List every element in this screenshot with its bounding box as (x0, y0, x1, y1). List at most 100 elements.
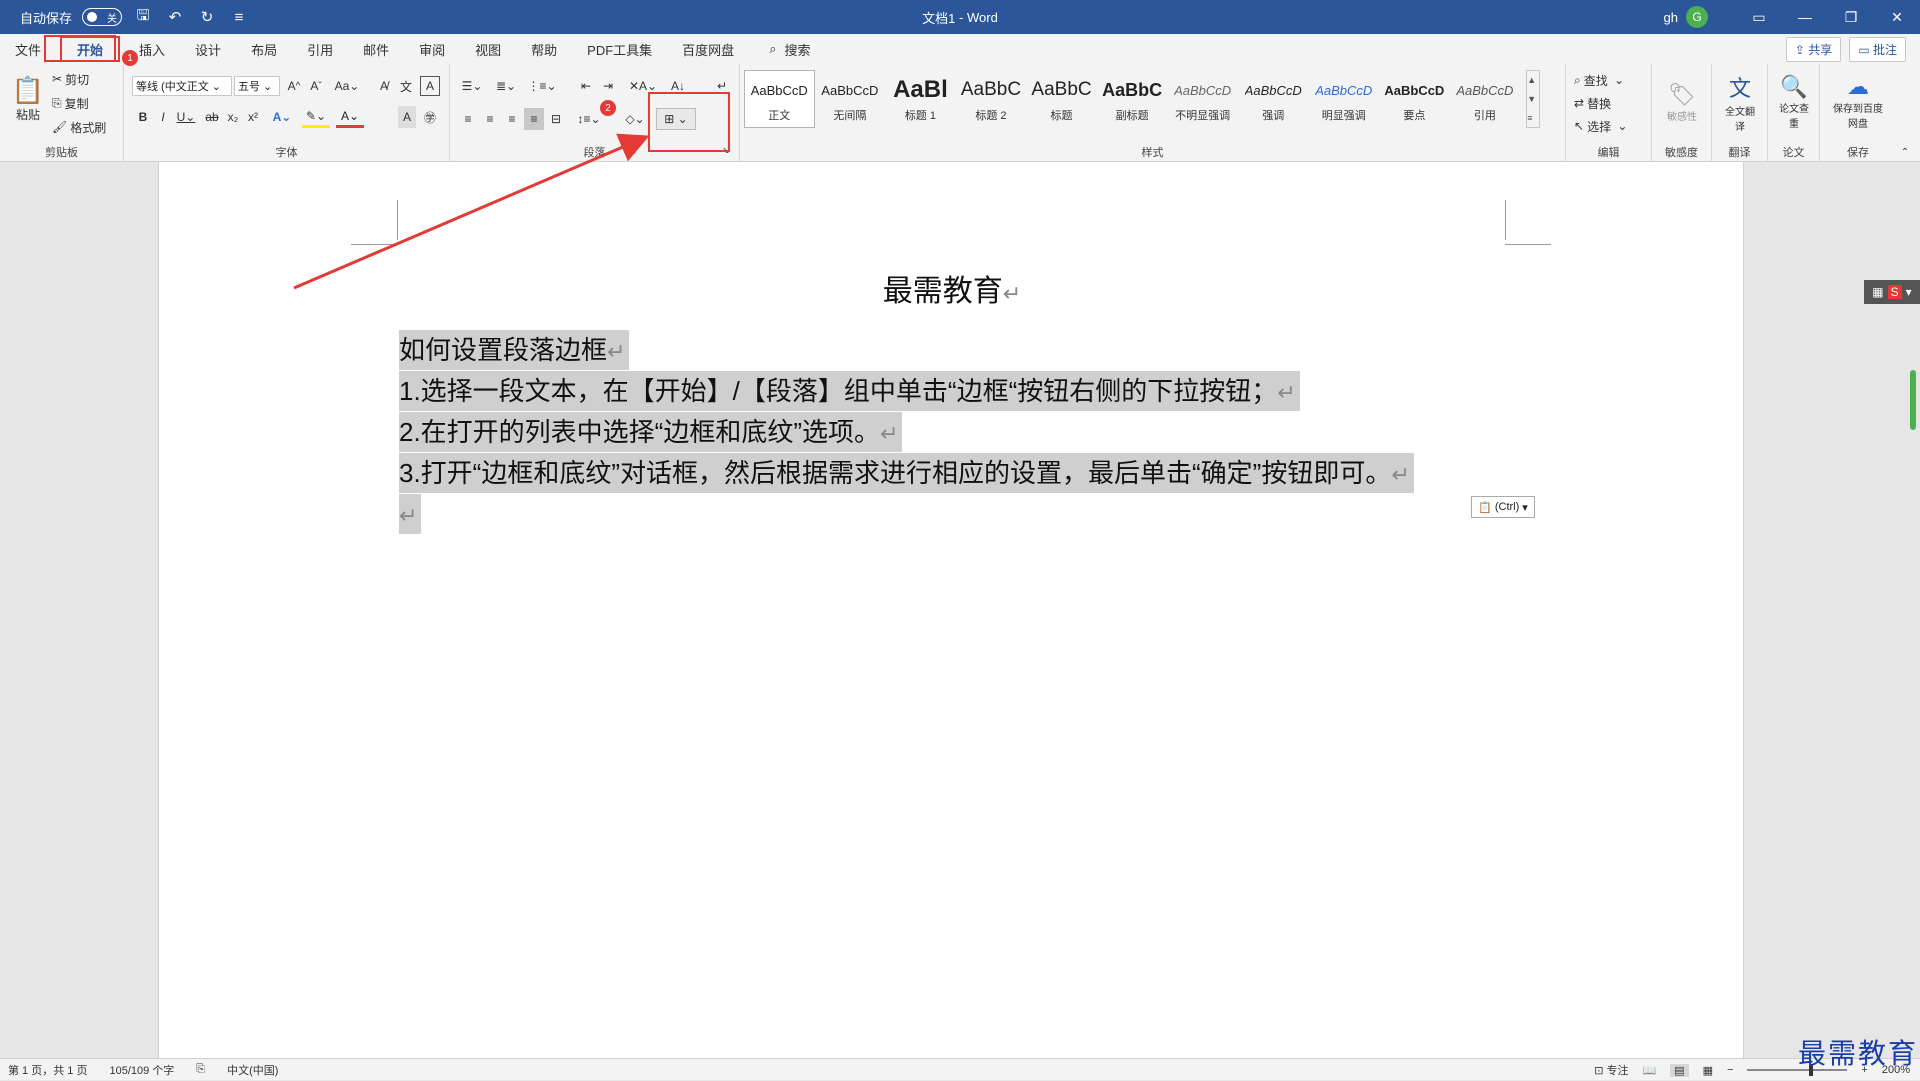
paste-options-button[interactable]: 📋 (Ctrl) ▾ (1471, 496, 1535, 518)
style-subtle-emphasis[interactable]: AaBbCcD 不明显强调 (1167, 70, 1238, 128)
copy-button[interactable]: ⎘ 复制 (52, 94, 89, 112)
phonetic-guide-icon[interactable]: 文 (396, 76, 416, 96)
shading-icon[interactable]: ◇⌄ (620, 108, 650, 130)
paragraph-mark: ↵ (607, 339, 626, 364)
italic-icon[interactable]: I (154, 106, 172, 128)
superscript-icon[interactable]: x² (244, 106, 262, 128)
tab-references[interactable]: 引用 (292, 34, 348, 64)
numbering-icon[interactable]: ≣⌄ (492, 76, 520, 96)
tab-design[interactable]: 设计 (180, 34, 236, 64)
vertical-scrollbar[interactable] (1910, 370, 1916, 430)
tab-review[interactable]: 审阅 (404, 34, 460, 64)
document-page[interactable]: 最需教育↵ 如何设置段落边框↵ 1.选择一段文本，在【开始】/【段落】组中单击“… (158, 162, 1744, 1058)
highlight-icon[interactable]: ✎⌄ (302, 106, 330, 128)
tab-pdf-tools[interactable]: PDF工具集 (572, 34, 667, 64)
customize-qat-icon[interactable]: ≡ (228, 9, 250, 26)
clear-formatting-icon[interactable]: A̸ (374, 76, 394, 96)
selected-line[interactable]: 1.选择一段文本，在【开始】/【段落】组中单击“边框“按钮右侧的下拉按钮；↵ (399, 371, 1300, 411)
align-right-icon[interactable]: ≡ (502, 108, 522, 130)
selected-empty-line[interactable]: ↵ (399, 494, 422, 534)
ribbon-tabs: 文件 开始 插入 设计 布局 引用 邮件 审阅 视图 帮助 PDF工具集 百度网… (0, 34, 1920, 64)
font-size-select[interactable]: 五号 ⌄ (234, 76, 280, 96)
tab-help[interactable]: 帮助 (516, 34, 572, 64)
word-count[interactable]: 105/109 个字 (109, 1062, 174, 1078)
save-icon[interactable]: 🖫 (132, 5, 154, 30)
character-shading-icon[interactable]: A (398, 106, 416, 128)
style-no-spacing[interactable]: AaBbCcD 无间隔 (815, 70, 886, 128)
select-button[interactable]: ↖ 选择 ⌄ (1574, 116, 1627, 136)
font-color-icon[interactable]: A⌄ (336, 106, 364, 128)
read-mode-icon[interactable]: 📖 (1642, 1064, 1656, 1077)
search-box[interactable]: ⌕ 搜索 (769, 40, 810, 59)
replace-button[interactable]: ⇄ 替换 (1574, 93, 1611, 113)
shrink-font-icon[interactable]: Aˇ (306, 76, 326, 96)
align-left-icon[interactable]: ≡ (458, 108, 478, 130)
selected-line[interactable]: 2.在打开的列表中选择“边框和底纹”选项。↵ (399, 412, 903, 452)
close-icon[interactable]: ✕ (1874, 0, 1920, 34)
align-center-icon[interactable]: ≡ (480, 108, 500, 130)
full-translate-button[interactable]: 文全文翻译 (1718, 70, 1762, 134)
format-painter-button[interactable]: 🖌 格式刷 (52, 118, 106, 136)
subscript-icon[interactable]: x₂ (224, 106, 242, 128)
increase-indent-icon[interactable]: ⇥ (598, 76, 618, 96)
redo-icon[interactable]: ↻ (196, 8, 218, 26)
style-intense-emphasis[interactable]: AaBbCcD 明显强调 (1309, 70, 1380, 128)
tab-view[interactable]: 视图 (460, 34, 516, 64)
cut-button[interactable]: ✂ 剪切 (52, 70, 89, 88)
find-button[interactable]: ⌕ 查找 ⌄ (1574, 70, 1624, 90)
style-title[interactable]: AaBbC 标题 (1026, 70, 1097, 128)
grow-font-icon[interactable]: A ^ (284, 76, 304, 96)
selected-line[interactable]: 如何设置段落边框↵ (399, 330, 630, 370)
style-subtitle[interactable]: AaBbC 副标题 (1097, 70, 1168, 128)
justify-icon[interactable]: ≡ (524, 108, 544, 130)
page-count[interactable]: 第 1 页，共 1 页 (8, 1062, 87, 1078)
style-normal[interactable]: AaBbCcD 正文 (744, 70, 815, 128)
styles-scroll[interactable]: ▲ ▼ ≡ (1526, 70, 1540, 128)
sensitivity-button[interactable]: 🏷 敏感性 (1660, 70, 1704, 134)
zoom-out-icon[interactable]: − (1727, 1064, 1733, 1076)
style-quote[interactable]: AaBbCcD 引用 (1450, 70, 1521, 128)
bullets-icon[interactable]: ☰⌄ (458, 76, 486, 96)
autosave-toggle[interactable]: 关 (82, 8, 123, 26)
share-button[interactable]: ⇪ 共享 (1785, 37, 1842, 62)
character-border-icon[interactable]: A (420, 76, 440, 96)
strikethrough-icon[interactable]: ab (202, 106, 222, 128)
minimize-icon[interactable]: — (1782, 0, 1828, 34)
font-name-select[interactable]: 等线 (中文正文 ⌄ (132, 76, 232, 96)
tab-mailings[interactable]: 邮件 (348, 34, 404, 64)
style-heading-1[interactable]: AaBl 标题 1 (885, 70, 956, 128)
line-spacing-icon[interactable]: ↕≡⌄ (574, 108, 604, 130)
style-strong[interactable]: AaBbCcD 要点 (1379, 70, 1450, 128)
underline-icon[interactable]: U⌄ (174, 106, 198, 128)
focus-button[interactable]: ⊡ 专注 (1594, 1062, 1628, 1078)
style-emphasis[interactable]: AaBbCcD 强调 (1238, 70, 1309, 128)
paper-group-label: 论文 (1782, 147, 1805, 159)
tab-layout[interactable]: 布局 (236, 34, 292, 64)
distributed-icon[interactable]: ⊟ (546, 108, 566, 130)
enclose-characters-icon[interactable]: ㊫ (420, 106, 440, 128)
paper-check-button[interactable]: 🔍 论文查重 (1772, 70, 1816, 134)
ime-widget[interactable]: ▦ S ▾ (1864, 280, 1920, 304)
collapse-ribbon-icon[interactable]: ⌃ (1898, 146, 1912, 158)
style-heading-2[interactable]: AaBbC 标题 2 (956, 70, 1027, 128)
language-indicator[interactable]: 中文(中国) (227, 1062, 278, 1078)
change-case-icon[interactable]: Aa⌄ (332, 76, 362, 96)
print-layout-icon[interactable]: ▤ (1670, 1063, 1689, 1077)
web-layout-icon[interactable]: ▦ (1703, 1064, 1713, 1077)
bold-icon[interactable]: B (134, 106, 152, 128)
decrease-indent-icon[interactable]: ⇤ (576, 76, 596, 96)
paste-button[interactable]: 📋 粘贴 (8, 70, 48, 128)
selected-line[interactable]: 3.打开“边框和底纹”对话框，然后根据需求进行相应的设置，最后单击“确定”按钮即… (399, 453, 1414, 493)
document-heading[interactable]: 最需教育↵ (159, 266, 1745, 310)
comments-button[interactable]: ▭ 批注 (1849, 37, 1906, 62)
ribbon-display-icon[interactable]: ▭ (1736, 0, 1782, 34)
undo-icon[interactable]: ↶ (164, 8, 186, 26)
restore-icon[interactable]: ❐ (1828, 0, 1874, 34)
account-area[interactable]: gh G (1664, 6, 1708, 28)
cut-icon: ✂ (52, 72, 63, 86)
text-effects-icon[interactable]: A⌄ (268, 106, 296, 128)
proofing-icon[interactable]: ⎘ (196, 1063, 205, 1076)
tab-baidu-netdisk[interactable]: 百度网盘 (667, 34, 749, 64)
save-baidu-button[interactable]: ☁ 保存到百度网盘 (1826, 70, 1890, 134)
multilevel-list-icon[interactable]: ⋮≡⌄ (526, 76, 558, 96)
